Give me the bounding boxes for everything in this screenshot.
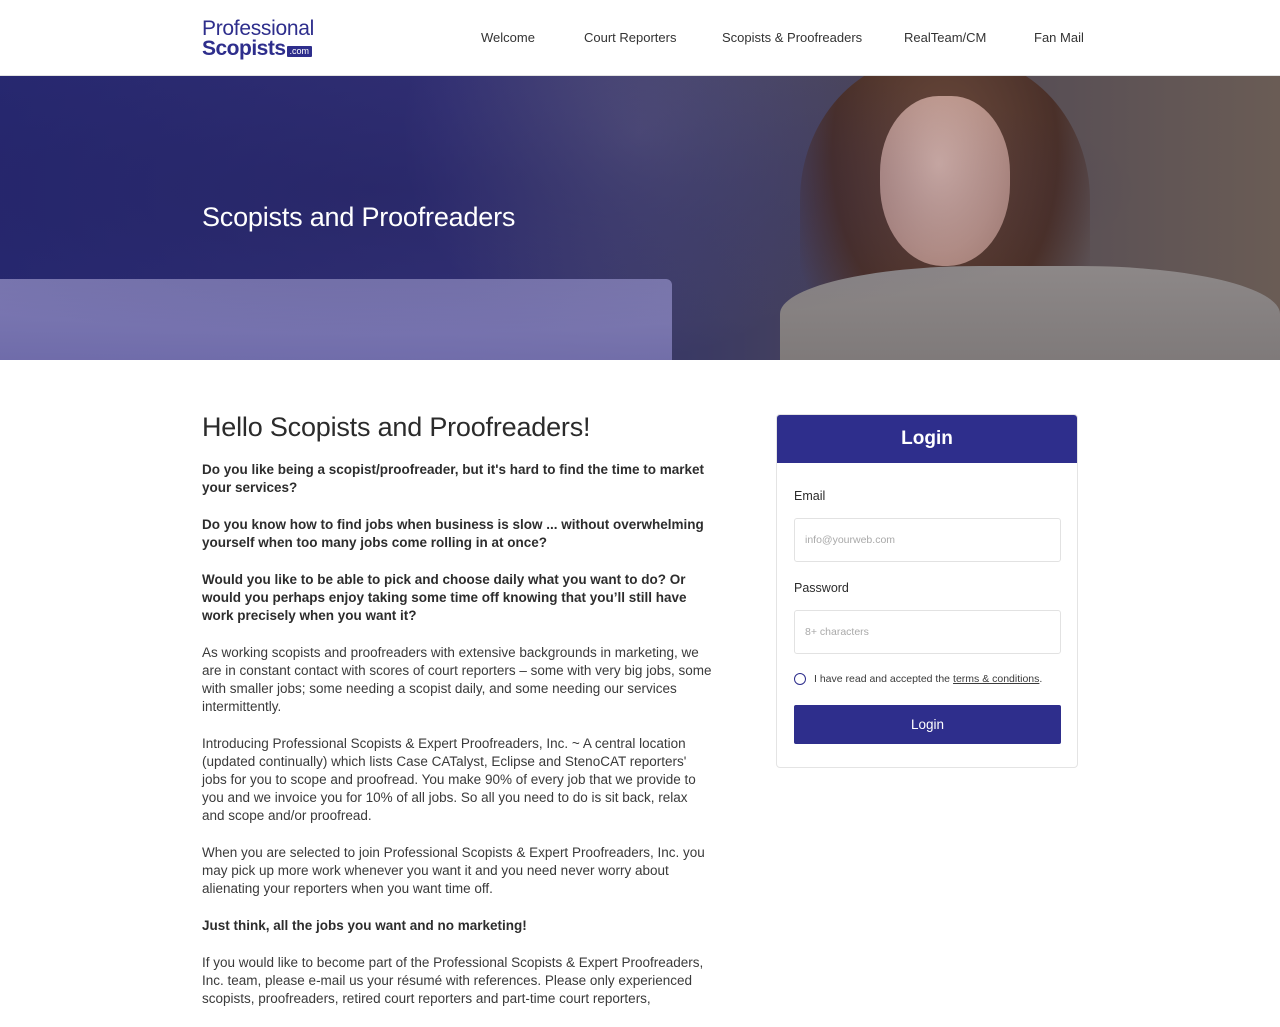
intro-question-2: Do you know how to find jobs when busine… bbox=[202, 517, 704, 550]
terms-row: I have read and accepted the terms & con… bbox=[794, 673, 1042, 685]
main-content: Hello Scopists and Proofreaders! Do you … bbox=[202, 412, 712, 1027]
password-label: Password bbox=[794, 581, 849, 595]
password-field[interactable] bbox=[794, 610, 1061, 654]
intro-question-3: Would you like to be able to pick and ch… bbox=[202, 572, 687, 623]
email-field[interactable] bbox=[794, 518, 1061, 562]
page-heading: Hello Scopists and Proofreaders! bbox=[202, 412, 591, 442]
hero-banner: Scopists and Proofreaders bbox=[0, 76, 1280, 360]
login-button[interactable]: Login bbox=[794, 705, 1061, 744]
radio-unchecked-icon[interactable] bbox=[794, 673, 806, 685]
body-paragraph: If you would like to become part of the … bbox=[202, 955, 704, 1006]
nav-fan-mail[interactable]: Fan Mail bbox=[1034, 30, 1084, 45]
body-paragraph: When you are selected to join Profession… bbox=[202, 845, 705, 896]
nav-welcome[interactable]: Welcome bbox=[481, 30, 535, 45]
login-card-title: Login bbox=[777, 415, 1077, 463]
nav-court-reporters[interactable]: Court Reporters bbox=[584, 30, 676, 45]
hero-overlay bbox=[0, 76, 1280, 360]
terms-end: . bbox=[1039, 673, 1043, 685]
email-label: Email bbox=[794, 489, 826, 503]
nav-realteam-cm[interactable]: RealTeam/CM bbox=[904, 30, 986, 45]
login-card: Login Email Password I have read and acc… bbox=[776, 414, 1078, 768]
body-paragraph: Introducing Professional Scopists & Expe… bbox=[202, 736, 696, 823]
tagline: Just think, all the jobs you want and no… bbox=[202, 918, 527, 933]
terms-text: I have read and accepted the bbox=[814, 673, 951, 685]
hero-title: Scopists and Proofreaders bbox=[202, 202, 516, 232]
intro-question-1: Do you like being a scopist/proofreader,… bbox=[202, 462, 705, 495]
body-paragraph: As working scopists and proofreaders wit… bbox=[202, 645, 712, 714]
terms-link[interactable]: terms & conditions bbox=[953, 673, 1039, 685]
main-nav: Welcome Court Reporters Scopists & Proof… bbox=[0, 30, 1280, 50]
nav-scopists-proofreaders[interactable]: Scopists & Proofreaders bbox=[722, 30, 862, 45]
site-header: Professional Scopists .com Welcome Court… bbox=[0, 0, 1280, 76]
